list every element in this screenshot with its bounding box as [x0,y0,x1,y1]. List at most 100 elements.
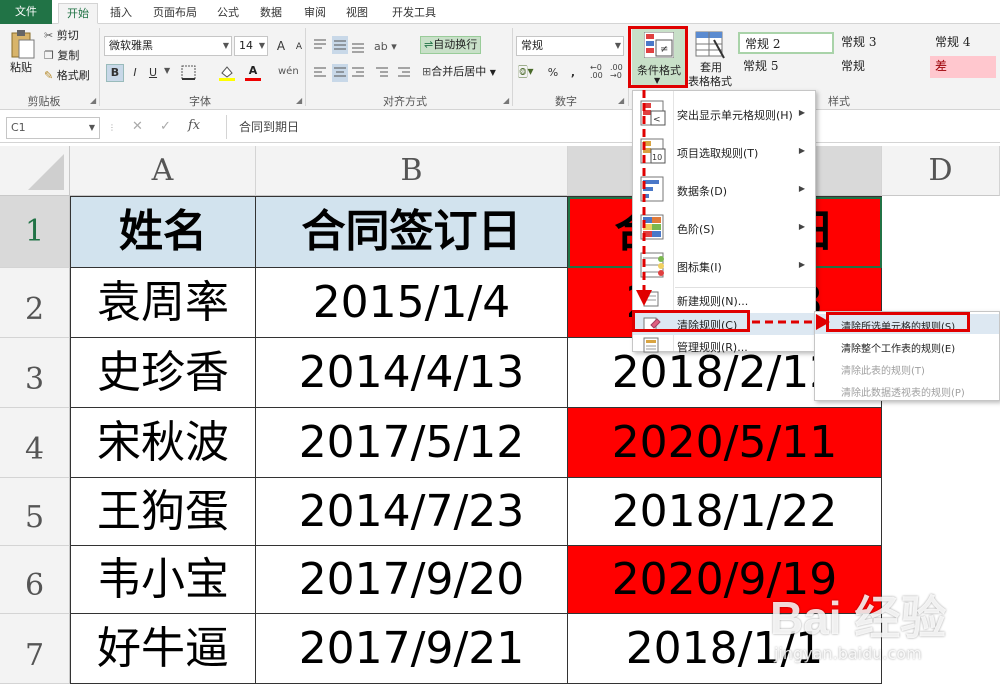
table-row-5-sign-date[interactable]: 2014/7/23 [256,478,568,546]
chevron-down-icon: ▼ [614,41,621,50]
chevron-down-icon: ▼ [489,68,496,77]
style-cell-normal-2[interactable]: 常规 2 [738,32,834,54]
format-as-table-icon[interactable] [692,30,726,60]
fill-color-icon[interactable] [218,64,236,82]
tab-file[interactable]: 文件 [0,0,52,24]
row-header-1[interactable]: 1 [0,196,70,268]
table-row-7-sign-date[interactable]: 2017/9/21 [256,614,568,684]
copy-icon: ❐ [44,49,54,62]
table-row-4-name[interactable]: 宋秋波 [71,408,256,478]
table-row-5-expiry-date[interactable]: 2018/1/22 [568,478,882,546]
paste-icon[interactable] [8,30,36,60]
alignment-bottom-icons[interactable] [312,64,422,82]
tab-home[interactable]: 开始 [58,3,98,24]
more-icon: ⋮ [108,123,116,132]
column-header-d[interactable]: D [882,146,1000,196]
clipboard-launcher-icon[interactable]: ◢ [90,96,96,105]
font-name-combo[interactable]: 微软雅黑 ▼ [104,36,232,56]
font-color-icon[interactable]: A [244,64,262,82]
phonetic-icon[interactable]: wén [278,66,299,77]
decrease-decimal-icon[interactable]: .00 →0 [610,64,623,80]
tab-data[interactable]: 数据 [254,3,288,24]
row-header-5[interactable]: 5 [0,478,70,546]
border-icon[interactable] [180,64,198,82]
menu-item-clear-this-table: 清除此表的规则(T) [841,366,925,377]
cancel-icon[interactable]: ✕ [132,119,143,134]
chevron-down-icon: ▼ [258,41,265,50]
style-cell-normal-3[interactable]: 常规 3 [836,32,928,54]
row-header-2[interactable]: 2 [0,268,70,338]
table-row-6-sign-date[interactable]: 2017/9/20 [256,546,568,614]
font-group-label: 字体 [189,95,211,108]
style-cell-normal-5[interactable]: 常规 5 [738,56,834,78]
tab-page-layout[interactable]: 页面布局 [146,3,204,24]
tab-developer[interactable]: 开发工具 [386,3,442,24]
watermark-url: jingyan.baidu.com [774,644,922,663]
number-group-label: 数字 [555,95,577,108]
ribbon-tab-bar: 文件 开始 插入 页面布局 公式 数据 审阅 视图 开发工具 [0,0,1000,24]
row-header-6[interactable]: 6 [0,546,70,614]
alignment-top-icons[interactable]: ab ▾ [312,36,408,54]
comma-button[interactable]: , [564,64,582,82]
table-row-5-name[interactable]: 王狗蛋 [71,478,256,546]
tab-view[interactable]: 视图 [340,3,374,24]
cut-button[interactable]: ✂ 剪切 [44,28,79,44]
grow-font-button[interactable]: A [272,37,290,55]
row-header-3[interactable]: 3 [0,338,70,408]
menu-item-manage-rules[interactable]: 管理规则(R)... [633,335,815,357]
cell-a1[interactable]: 姓名 [71,197,256,268]
table-row-6-name[interactable]: 韦小宝 [71,546,256,614]
insert-function-icon[interactable]: fx [188,118,200,133]
wrap-icon: ⇌ [424,38,434,51]
merge-icon: ⊞ [422,65,432,78]
tab-insert[interactable]: 插入 [104,3,138,24]
tab-review[interactable]: 审阅 [298,3,332,24]
row-header-4[interactable]: 4 [0,408,70,478]
table-row-2-sign-date[interactable]: 2015/1/4 [256,268,568,338]
select-all-corner[interactable] [0,146,70,196]
font-launcher-icon[interactable]: ◢ [296,96,302,105]
format-painter-button[interactable]: ✎ 格式刷 [44,68,90,84]
clipboard-group-label: 剪贴板 [27,95,61,108]
copy-button[interactable]: ❐ 复制 [44,48,79,64]
table-row-4-sign-date[interactable]: 2017/5/12 [256,408,568,478]
svg-text:ab ▾: ab ▾ [374,40,397,53]
ribbon: 粘贴 ✂ 剪切 ❐ 复制 ✎ 格式刷 剪贴板 ◢ 微软雅黑 ▼ 14 ▼ A A B… [0,24,1000,110]
menu-item-clear-this-pivot: 清除此数据透视表的规则(P) [841,388,965,399]
underline-button[interactable]: U [144,64,162,82]
table-row-3-sign-date[interactable]: 2014/4/13 [256,338,568,408]
menu-item-clear-entire-sheet[interactable]: 清除整个工作表的规则(E) [841,340,955,355]
wrap-text-button[interactable]: ⇌自动换行 [420,36,482,54]
style-cell-bad[interactable]: 差 [930,56,996,78]
number-format-combo[interactable]: 常规 ▼ [516,36,624,56]
column-header-a[interactable]: A [70,146,256,196]
table-row-4-expiry-date[interactable]: 2020/5/11 [568,408,882,478]
chevron-down-icon[interactable]: ▼ [164,66,170,75]
row-header-7[interactable]: 7 [0,614,70,684]
currency-icon[interactable]: 🀙▾ [518,64,534,79]
alignment-launcher-icon[interactable]: ◢ [503,96,509,105]
baidu-watermark: Bai 经验 jingyan.baidu.com [770,582,990,672]
name-box[interactable]: C1 ▼ [6,117,100,139]
tab-formulas[interactable]: 公式 [212,3,244,24]
enter-icon[interactable]: ✓ [160,119,171,134]
paintbrush-icon: ✎ [44,69,54,82]
style-cell-normal-4[interactable]: 常规 4 [930,32,996,54]
cell-b1[interactable]: 合同签订日 [256,197,568,268]
table-row-2-name[interactable]: 袁周率 [71,268,256,338]
paste-button[interactable]: 粘贴 [10,60,32,76]
manage-rules-icon [643,337,659,353]
table-row-7-name[interactable]: 好牛逼 [71,614,256,684]
formula-input[interactable]: 合同到期日 [226,115,996,139]
column-header-b[interactable]: B [256,146,568,196]
chevron-down-icon: ▼ [88,123,95,132]
font-size-combo[interactable]: 14 ▼ [234,36,268,56]
bold-button[interactable]: B [106,64,124,82]
watermark-brand: Bai 经验 [770,592,947,644]
increase-decimal-icon[interactable]: ←0.00 [590,64,603,80]
italic-button[interactable]: I [126,64,144,82]
style-cell-normal[interactable]: 常规 [836,56,928,78]
table-row-3-name[interactable]: 史珍香 [71,338,256,408]
merge-center-button[interactable]: ⊞合并后居中 ▼ [422,64,496,81]
percent-button[interactable]: % [544,64,562,82]
